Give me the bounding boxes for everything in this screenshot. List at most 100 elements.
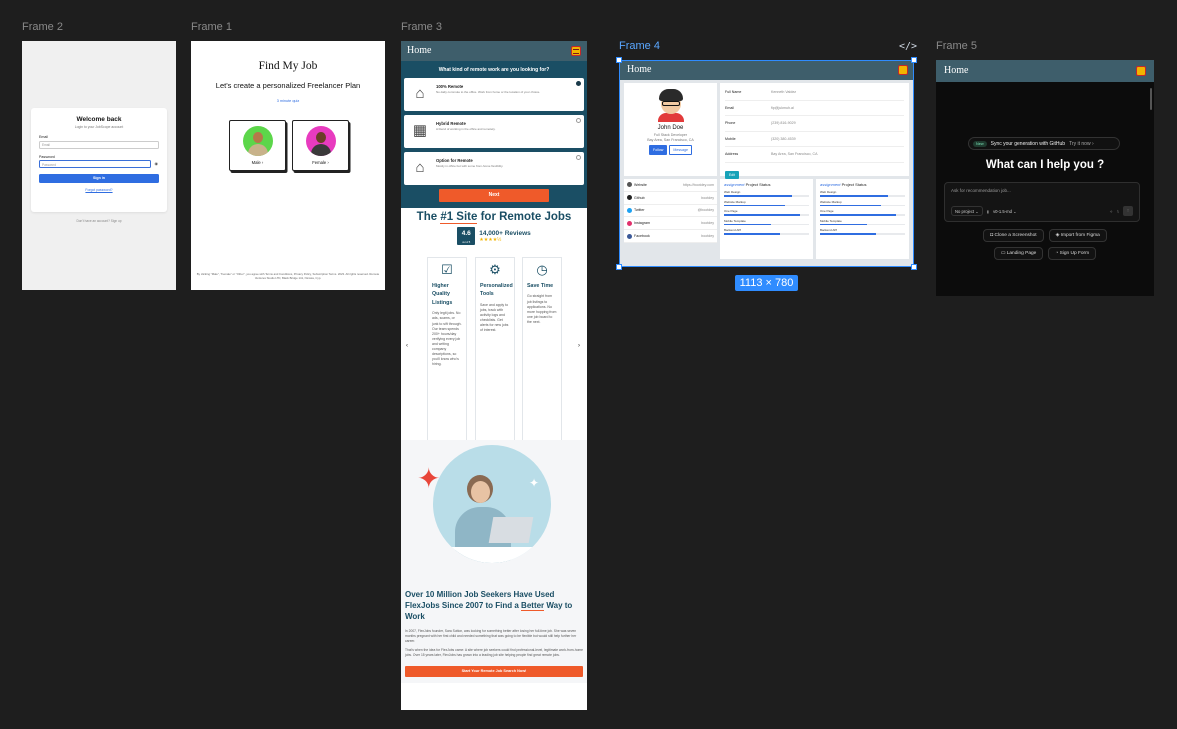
female-card[interactable]: Female › (292, 120, 349, 171)
feature-card: ⚙ Personalized Tools Save and apply to j… (475, 257, 515, 441)
chevron-right-icon[interactable]: › (578, 343, 580, 349)
progress-item: One Page (820, 209, 905, 216)
page-subtitle: Let's create a personalized Freelancer P… (215, 81, 361, 90)
hero-image: ✦ ✦ (401, 440, 587, 584)
import-figma-button[interactable]: ◈ Import from Figma (1048, 229, 1107, 242)
main-heading: What can I help you ? (985, 159, 1105, 171)
quiz-link[interactable]: 3 minute quiz (191, 99, 385, 103)
chevron-left-icon[interactable]: ‹ (406, 343, 408, 349)
twitter-icon (627, 207, 632, 213)
frame-4-profile[interactable]: Home John Doe Full Stack Developer Bay A… (619, 60, 914, 267)
scrollbar[interactable] (1150, 88, 1152, 110)
frame3-header: Home (401, 41, 587, 61)
question: What kind of remote work are you looking… (438, 67, 550, 73)
menu-icon[interactable] (1136, 66, 1146, 76)
radio-selected[interactable] (576, 81, 581, 86)
frame-label-2[interactable]: Frame 2 (22, 21, 63, 33)
menu-icon[interactable] (898, 65, 908, 75)
page-title: Find My Job (258, 60, 318, 72)
feature-desc: Only legit jobs. No ads, scams, or junk … (432, 311, 462, 367)
signup-prompt[interactable]: Don't have an account? Sign up (22, 219, 176, 223)
details-card: Full Name Kenneth Valdez Email fip@jukmuh.… (720, 83, 909, 179)
forgot-password-link[interactable]: Forgot password? (39, 188, 159, 192)
instagram-icon (627, 220, 632, 226)
frame-5-ai-prompt[interactable]: Home New Sync your generation with GitHu… (936, 60, 1154, 296)
cta-button[interactable]: Start Your Remote Job Search Now! (405, 666, 583, 678)
feature-desc: Save and apply to jobs, track with activ… (480, 302, 509, 333)
frame-label-3[interactable]: Frame 3 (401, 21, 442, 33)
edit-button[interactable]: Edit (725, 170, 739, 179)
password-field[interactable]: Password (39, 160, 151, 168)
site-heading: The #1 Site for Remote Jobs (416, 211, 572, 224)
github-sync-pill[interactable]: New Sync your generation with GitHub Try… (968, 137, 1120, 150)
female-avatar (305, 126, 336, 156)
option-card[interactable]: ⌂ 100% Remote No daily commute to the of… (404, 78, 584, 111)
option-title: 100% Remote (436, 84, 464, 89)
prompt-input[interactable]: Ask for recommendation job... (951, 188, 1133, 193)
header-title: Home (944, 65, 969, 76)
features-carousel[interactable]: ‹ ☑ Higher Quality Listings Only legit j… (401, 253, 587, 441)
frame-1-find-job[interactable]: Find My Job Let's create a personalized … (191, 41, 385, 290)
male-label: Male › (251, 160, 264, 165)
try-link[interactable]: Try it now › (1069, 141, 1094, 147)
reviews-count: 14,000+ Reviews (479, 229, 531, 237)
option-card[interactable]: ▦ Hybrid Remote A blend of working in th… (404, 115, 584, 148)
progress-item: Website Markup (724, 200, 809, 206)
option-title: Option for Remote (436, 158, 473, 163)
progress-item: One Page (724, 209, 809, 216)
progress-item: Backend API (820, 228, 905, 235)
github-icon (627, 195, 632, 201)
message-button[interactable]: Message (669, 145, 692, 155)
profile-name: John Doe (657, 125, 684, 131)
project-select[interactable]: No project ⌄ (951, 206, 983, 216)
email-field[interactable]: Email (39, 140, 159, 149)
clone-screenshot-button[interactable]: ◘ Clone a Screenshot (983, 229, 1044, 242)
radio[interactable] (576, 118, 581, 123)
globe-icon (627, 182, 632, 188)
progress-item: Website Markup (820, 200, 905, 206)
progress-item: Backend API (724, 228, 809, 235)
prompt-box[interactable]: Ask for recommendation job... No project… (944, 182, 1140, 222)
social-row[interactable]: Facebook bootdey (624, 230, 717, 243)
landing-page-button[interactable]: ▭ Landing Page (993, 247, 1044, 260)
signup-form-button[interactable]: ◔ Sign Up Form (1048, 247, 1097, 260)
frame-label-1[interactable]: Frame 1 (191, 21, 232, 33)
follow-button[interactable]: Follow (649, 145, 668, 155)
time-icon: ◷ (536, 262, 548, 277)
project-status-title: assignment Project Status (820, 182, 867, 187)
story-heading: Over 10 Million Job Seekers Have Used Fl… (405, 590, 573, 621)
feature-title: Personalized Tools (480, 283, 513, 298)
social-row[interactable]: Twitter @bootdey (624, 205, 717, 218)
email-label: Email (39, 135, 48, 139)
send-icon[interactable]: ↑ (1123, 206, 1133, 216)
tools-icon: ⚙ (489, 262, 501, 277)
sparkle-icon[interactable]: ✧ (1109, 209, 1113, 214)
frame-label-5[interactable]: Frame 5 (936, 40, 977, 52)
project-status-card: assignment Project Status Web Design Web… (720, 179, 813, 259)
social-row[interactable]: Website https://bootdey.com (624, 179, 717, 192)
frame-3-remote-jobs[interactable]: Home What kind of remote work are you lo… (401, 41, 587, 710)
story-section: Over 10 Million Job Seekers Have Used Fl… (401, 584, 587, 684)
social-row[interactable]: Github bootdey (624, 192, 717, 205)
eye-icon[interactable]: ◉ (155, 161, 159, 166)
profile-location: Bay Area, San Francisco, CA (647, 138, 694, 142)
menu-icon[interactable] (571, 46, 581, 56)
female-label: Female › (312, 160, 329, 165)
login-title: Welcome back (76, 116, 122, 123)
social-row[interactable]: Instagram bootdey (624, 217, 717, 231)
progress-item: Mobile Template (724, 219, 809, 225)
work-type-section: What kind of remote work are you looking… (401, 61, 587, 208)
radio[interactable] (576, 155, 581, 160)
option-card[interactable]: ⌂ Option for Remote Mostly in office but… (404, 152, 584, 185)
paperclip-icon[interactable]: ⌇ (1117, 209, 1119, 214)
frame-2-login[interactable]: Welcome back Login to your JobScope acco… (22, 41, 176, 290)
option-icon: ⌂ (415, 159, 425, 176)
frame-label-4[interactable]: Frame 4 (619, 40, 660, 52)
male-card[interactable]: Male › (229, 120, 286, 171)
signin-button[interactable]: Sign in (39, 174, 159, 183)
remote-icon: ⌂ (415, 85, 425, 102)
code-icon[interactable]: </> (899, 41, 917, 52)
model-select[interactable]: v0-1.5-md ⌄ (993, 209, 1017, 214)
next-button[interactable]: Next (439, 189, 549, 202)
listing-icon: ☑ (441, 262, 453, 277)
